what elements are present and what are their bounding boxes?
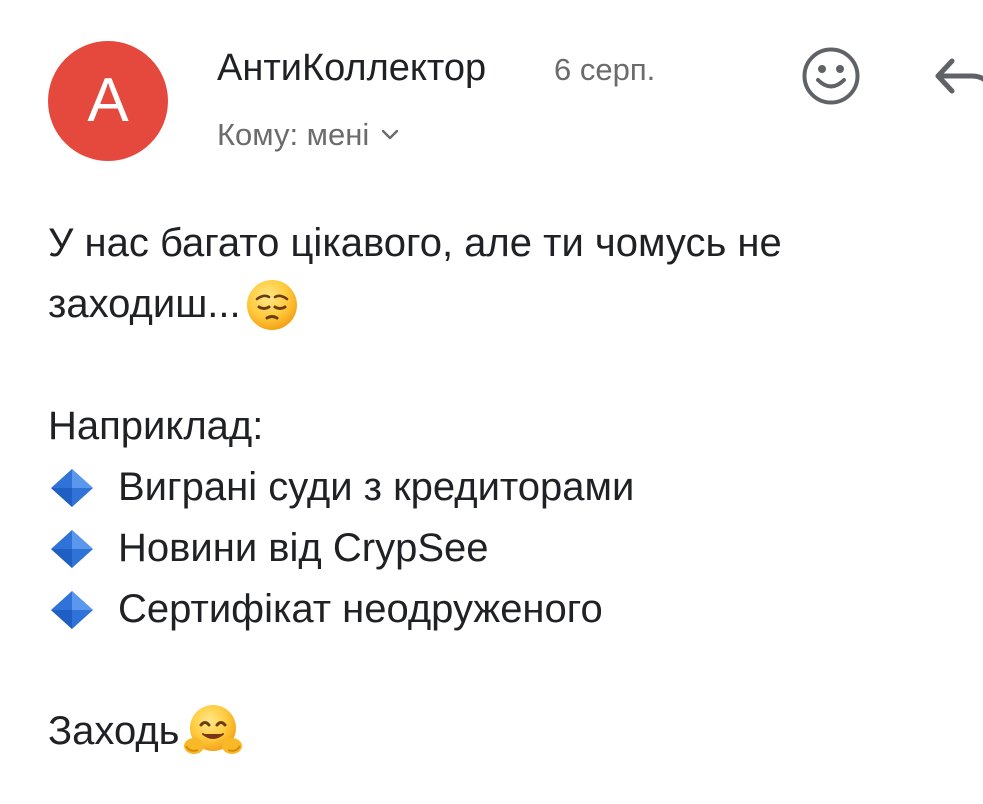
intro-text: У нас багато цікавого, але ти чомусь не bbox=[48, 221, 782, 265]
bullet-item: Новини від CrypSee bbox=[48, 518, 978, 579]
hugging-face-emoji bbox=[180, 703, 246, 761]
smiley-icon bbox=[800, 45, 862, 112]
recipients-toggle[interactable]: Кому: мені bbox=[217, 113, 399, 157]
body-line: Наприклад: bbox=[48, 396, 978, 457]
email-date: 6 серп. bbox=[554, 52, 656, 87]
bullet-text: Новини від CrypSee bbox=[118, 526, 489, 570]
bullet-text: Сертифікат неодруженого bbox=[118, 587, 603, 631]
example-heading: Наприклад: bbox=[48, 404, 264, 448]
chevron-down-icon bbox=[381, 129, 399, 141]
bullet-text: Виграні суди з кредиторами bbox=[118, 465, 635, 509]
avatar-letter: A bbox=[87, 66, 129, 135]
blue-diamond-icon bbox=[48, 527, 104, 571]
pensive-face-emoji bbox=[245, 278, 299, 332]
blue-diamond-icon bbox=[48, 466, 104, 510]
reply-button[interactable] bbox=[930, 55, 983, 103]
blue-diamond-icon bbox=[48, 588, 104, 632]
bullet-item: Сертифікат неодруженого bbox=[48, 579, 978, 640]
closing-text: Заходь bbox=[48, 709, 180, 753]
reply-icon bbox=[930, 55, 983, 103]
bullet-item: Виграні суди з кредиторами bbox=[48, 457, 978, 518]
body-line: У нас багато цікавого, але ти чомусь не bbox=[48, 213, 978, 274]
emoji-reaction-button[interactable] bbox=[800, 47, 862, 109]
sender-avatar[interactable]: A bbox=[48, 41, 168, 161]
body-line: Заходь bbox=[48, 701, 978, 762]
recipients-label: Кому: мені bbox=[217, 117, 370, 152]
intro-text-continued: заходиш... bbox=[48, 282, 241, 326]
sender-name: АнтиКоллектор bbox=[217, 47, 487, 89]
email-body: У нас багато цікавого, але ти чомусь не … bbox=[48, 213, 978, 762]
body-line: заходиш... bbox=[48, 274, 978, 335]
